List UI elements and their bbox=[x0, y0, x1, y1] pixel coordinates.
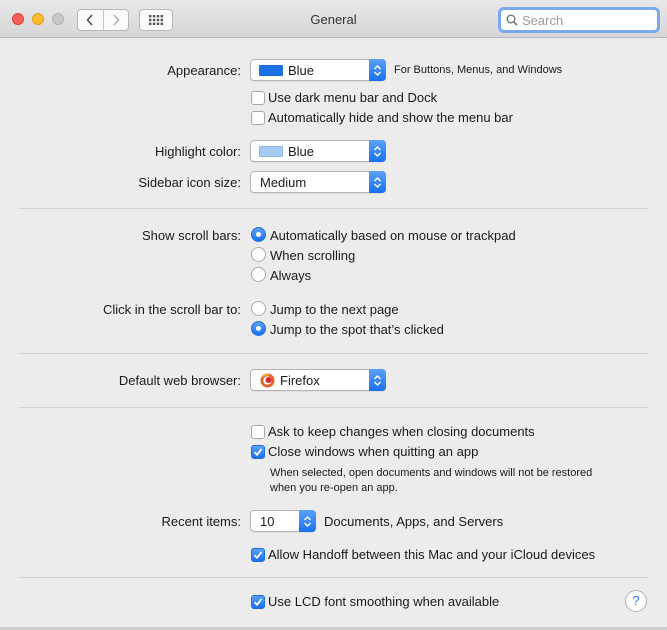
default-browser-value: Firefox bbox=[280, 373, 320, 388]
jump-to-spot-radio[interactable] bbox=[251, 321, 266, 336]
appearance-label: Appearance: bbox=[167, 63, 241, 78]
appearance-swatch bbox=[259, 65, 283, 76]
section-divider bbox=[19, 577, 648, 578]
close-windows-label[interactable]: Close windows when quitting an app bbox=[268, 444, 478, 459]
search-field[interactable] bbox=[498, 7, 660, 33]
appearance-note: For Buttons, Menus, and Windows bbox=[394, 64, 563, 76]
default-browser-label: Default web browser: bbox=[118, 373, 241, 388]
checkmark-icon bbox=[253, 598, 263, 607]
jump-next-page-radio[interactable] bbox=[251, 301, 266, 316]
default-browser-popup[interactable]: Firefox bbox=[250, 369, 386, 391]
sidebar-icon-size-value: Medium bbox=[260, 175, 307, 190]
close-windows-note-line1: When selected, open documents and window… bbox=[270, 467, 593, 479]
scroll-bars-when-scrolling-radio[interactable] bbox=[251, 247, 266, 262]
popup-arrows-icon bbox=[369, 369, 386, 391]
popup-arrows-icon bbox=[369, 140, 386, 162]
highlight-color-popup[interactable]: Blue bbox=[250, 140, 386, 162]
scroll-bars-always-label[interactable]: Always bbox=[270, 268, 311, 283]
popup-arrows-icon bbox=[299, 510, 316, 532]
auto-hide-menu-bar-label[interactable]: Automatically hide and show the menu bar bbox=[268, 110, 513, 125]
scroll-bars-automatic-radio[interactable] bbox=[251, 227, 266, 242]
ask-keep-changes-checkbox[interactable] bbox=[251, 425, 265, 439]
checkmark-icon bbox=[253, 448, 263, 457]
click-scroll-bar-label: Click in the scroll bar to: bbox=[103, 302, 241, 317]
highlight-swatch bbox=[259, 146, 283, 157]
appearance-value: Blue bbox=[288, 63, 315, 78]
checkmark-icon bbox=[253, 551, 263, 560]
handoff-checkbox[interactable] bbox=[251, 548, 265, 562]
ask-keep-changes-label[interactable]: Ask to keep changes when closing documen… bbox=[268, 424, 535, 439]
section-divider bbox=[19, 353, 648, 354]
jump-next-page-label[interactable]: Jump to the next page bbox=[270, 302, 399, 317]
search-icon bbox=[506, 14, 518, 26]
title-bar: General bbox=[0, 0, 667, 38]
recent-items-value: 10 bbox=[260, 514, 275, 529]
lcd-smoothing-checkbox[interactable] bbox=[251, 595, 265, 609]
dark-menu-bar-label[interactable]: Use dark menu bar and Dock bbox=[268, 90, 437, 105]
lcd-smoothing-label[interactable]: Use LCD font smoothing when available bbox=[268, 594, 499, 609]
scroll-bars-when-scrolling-label[interactable]: When scrolling bbox=[270, 248, 355, 263]
close-windows-note-line2: when you re-open an app. bbox=[270, 482, 398, 494]
recent-items-label: Recent items: bbox=[161, 514, 241, 529]
highlight-color-label: Highlight color: bbox=[155, 144, 241, 159]
recent-items-suffix: Documents, Apps, and Servers bbox=[324, 514, 504, 529]
highlight-color-value: Blue bbox=[288, 144, 315, 159]
handoff-label[interactable]: Allow Handoff between this Mac and your … bbox=[268, 547, 595, 562]
recent-items-popup[interactable]: 10 bbox=[250, 510, 316, 532]
scroll-bars-automatic-label[interactable]: Automatically based on mouse or trackpad bbox=[270, 228, 516, 243]
sidebar-icon-size-popup[interactable]: Medium bbox=[250, 171, 386, 193]
jump-to-spot-label[interactable]: Jump to the spot that’s clicked bbox=[270, 322, 444, 337]
close-windows-checkbox[interactable] bbox=[251, 445, 265, 459]
section-divider bbox=[19, 407, 648, 408]
show-scroll-bars-label: Show scroll bars: bbox=[142, 228, 241, 243]
firefox-icon bbox=[260, 373, 275, 388]
auto-hide-menu-bar-checkbox[interactable] bbox=[251, 111, 265, 125]
section-divider bbox=[19, 208, 648, 209]
appearance-popup[interactable]: Blue bbox=[250, 59, 386, 81]
popup-arrows-icon bbox=[369, 171, 386, 193]
scroll-bars-always-radio[interactable] bbox=[251, 267, 266, 282]
search-input[interactable] bbox=[522, 12, 652, 28]
sidebar-icon-size-label: Sidebar icon size: bbox=[138, 175, 241, 190]
help-button[interactable]: ? bbox=[625, 590, 647, 612]
popup-arrows-icon bbox=[369, 59, 386, 81]
dark-menu-bar-checkbox[interactable] bbox=[251, 91, 265, 105]
